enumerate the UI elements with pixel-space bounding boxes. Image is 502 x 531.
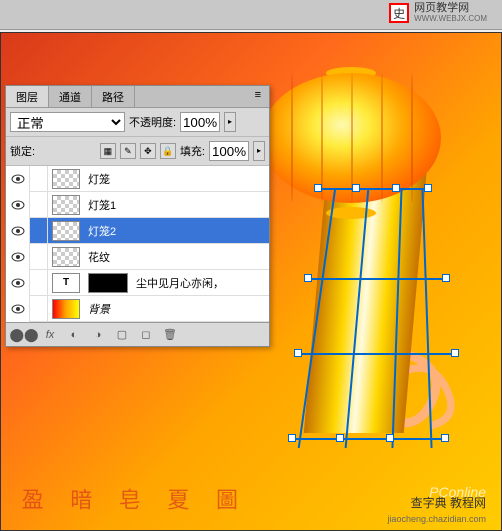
layer-item[interactable]: 背景 (6, 296, 269, 322)
layer-name[interactable]: 灯笼 (84, 171, 110, 187)
layer-thumbnail[interactable] (52, 195, 80, 215)
visibility-toggle[interactable] (6, 296, 30, 322)
panel-tab-bar: 图层 通道 路径 ≡ (6, 86, 269, 108)
transform-handle[interactable] (336, 434, 344, 442)
link-layers-icon[interactable]: ⬤⬤ (10, 325, 38, 345)
transform-handle[interactable] (304, 274, 312, 282)
tab-channels[interactable]: 通道 (49, 86, 92, 107)
layer-mask-thumbnail[interactable] (88, 273, 128, 293)
new-layer-icon[interactable]: ◻ (134, 325, 158, 345)
lock-all-icon[interactable]: 🔒 (160, 143, 176, 159)
transform-handle[interactable] (424, 184, 432, 192)
visibility-toggle[interactable] (6, 244, 30, 270)
transform-handle[interactable] (451, 349, 459, 357)
layer-name[interactable]: 灯笼2 (84, 223, 116, 239)
logo-icon: 史 (389, 3, 409, 23)
transform-handle[interactable] (386, 434, 394, 442)
layer-thumbnail[interactable] (52, 169, 80, 189)
transform-handle[interactable] (288, 434, 296, 442)
layer-name[interactable]: 背景 (84, 301, 110, 317)
delete-layer-icon[interactable]: 🗑 (158, 325, 182, 345)
char-column: 暗 (65, 488, 94, 510)
lock-position-icon[interactable]: ✥ (140, 143, 156, 159)
layer-item[interactable]: T 尘中见月心亦闲， (6, 270, 269, 296)
blend-mode-select[interactable]: 正常 (10, 112, 125, 132)
char-column: 圖 (210, 488, 239, 510)
layer-name[interactable]: 灯笼1 (84, 197, 116, 213)
layer-list: 灯笼 灯笼1 灯笼2 花纹 T 尘中见月心亦闲， (6, 166, 269, 322)
blend-opacity-row: 正常 不透明度: ▸ (6, 108, 269, 137)
decorative-characters: 盈 暗 皂 夏 圖 (16, 488, 239, 510)
transform-handle[interactable] (441, 434, 449, 442)
fill-input[interactable] (209, 141, 249, 161)
char-column: 皂 (113, 488, 142, 510)
visibility-toggle[interactable] (6, 218, 30, 244)
transform-handle[interactable] (442, 274, 450, 282)
lantern-body (261, 73, 441, 203)
opacity-input[interactable] (180, 112, 220, 132)
site-url: WWW.WEBJX.COM (414, 14, 487, 23)
char-column: 盈 (16, 488, 45, 510)
eye-icon (11, 174, 25, 184)
layer-thumbnail[interactable] (52, 221, 80, 241)
layer-item-selected[interactable]: 灯笼2 (6, 218, 269, 244)
layer-item[interactable]: 灯笼 (6, 166, 269, 192)
layers-panel[interactable]: 图层 通道 路径 ≡ 正常 不透明度: ▸ 锁定: ▦ ✎ ✥ 🔒 填充: ▸ … (5, 85, 270, 347)
fill-arrow-icon[interactable]: ▸ (253, 141, 265, 161)
eye-icon (11, 278, 25, 288)
site-name: 网页教学网 (414, 3, 487, 14)
eye-icon (11, 226, 25, 236)
layer-name[interactable]: 尘中见月心亦闲， (132, 275, 224, 291)
new-group-icon[interactable]: ▢ (110, 325, 134, 345)
layer-thumbnail[interactable] (52, 299, 80, 319)
text-layer-icon[interactable]: T (52, 273, 80, 293)
eye-icon (11, 252, 25, 262)
opacity-arrow-icon[interactable]: ▸ (224, 112, 236, 132)
visibility-toggle[interactable] (6, 166, 30, 192)
opacity-label: 不透明度: (129, 114, 176, 130)
transform-handle[interactable] (352, 184, 360, 192)
fill-label: 填充: (180, 143, 205, 159)
transform-handle[interactable] (294, 349, 302, 357)
eye-icon (11, 304, 25, 314)
lock-fill-row: 锁定: ▦ ✎ ✥ 🔒 填充: ▸ (6, 137, 269, 166)
layer-item[interactable]: 灯笼1 (6, 192, 269, 218)
visibility-toggle[interactable] (6, 270, 30, 296)
lock-pixel-icon[interactable]: ✎ (120, 143, 136, 159)
eye-icon (11, 200, 25, 210)
chazidian-watermark: 查字典 教程网 jiaocheng.chazidian.com (387, 494, 486, 525)
transform-handle[interactable] (314, 184, 322, 192)
adjustment-layer-icon[interactable]: ◑ (86, 325, 110, 345)
layer-name[interactable]: 花纹 (84, 249, 110, 265)
layer-mask-icon[interactable]: ◐ (62, 325, 86, 345)
layer-item[interactable]: 花纹 (6, 244, 269, 270)
visibility-toggle[interactable] (6, 192, 30, 218)
tab-paths[interactable]: 路径 (92, 86, 135, 107)
site-branding: 史 网页教学网 WWW.WEBJX.COM (389, 3, 487, 23)
panel-menu-icon[interactable]: ≡ (247, 86, 269, 107)
application-titlebar: 史 网页教学网 WWW.WEBJX.COM (0, 0, 502, 30)
lock-label: 锁定: (10, 143, 35, 159)
warp-transform-control[interactable] (306, 188, 436, 488)
tab-layers[interactable]: 图层 (6, 86, 49, 107)
char-column: 夏 (162, 488, 191, 510)
layer-thumbnail[interactable] (52, 247, 80, 267)
lock-transparency-icon[interactable]: ▦ (100, 143, 116, 159)
transform-handle[interactable] (392, 184, 400, 192)
panel-footer: ⬤⬤ fx ◐ ◑ ▢ ◻ 🗑 (6, 322, 269, 346)
layer-style-icon[interactable]: fx (38, 325, 62, 345)
